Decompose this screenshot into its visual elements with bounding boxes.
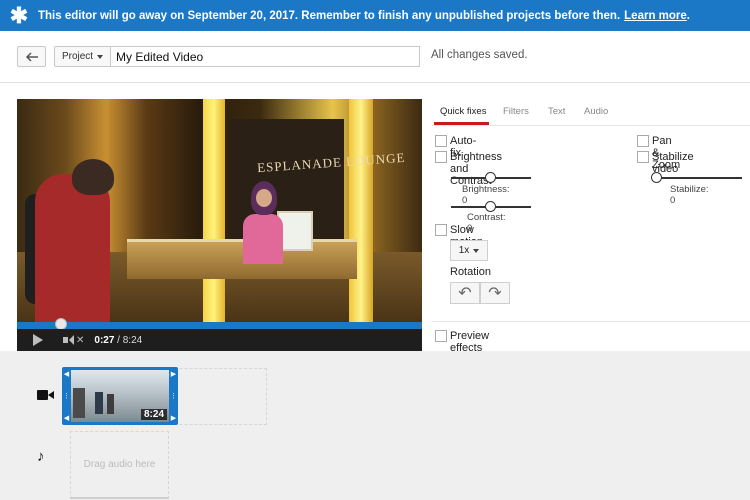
auto-fix-checkbox[interactable] [435,135,447,147]
clip-trim-handle-left[interactable]: ◀ ⋮ ◀ [62,367,71,425]
timeline: ◀ ⋮ ◀ 8:24 ▶ ⋮ ▶ ♪ Drag audio here [0,351,750,500]
back-arrow-icon [25,51,38,62]
stabilize-slider-track[interactable] [654,177,742,179]
project-menu-button[interactable]: Project [54,46,111,67]
current-time: 0:27 [94,334,115,346]
rotate-right-icon: ↷ [488,285,502,302]
banner-message: This editor will go away on September 20… [38,9,621,22]
progress-fill [17,322,422,329]
tab-text[interactable]: Text [548,106,565,117]
video-frame: ESPLANADE LOUNGE [17,99,422,322]
tab-audio[interactable]: Audio [584,106,608,117]
project-menu-label: Project [61,51,94,62]
music-note-icon: ♪ [37,448,45,465]
clip-duration: 8:24 [140,409,167,420]
play-icon[interactable] [33,334,43,346]
total-duration: 8:24 [122,334,143,346]
stabilize-slider-knob[interactable] [651,172,662,183]
rotate-left-button[interactable]: ↶ [450,282,480,304]
slow-motion-speed-dropdown[interactable]: 1x [450,240,488,261]
mute-button[interactable]: ✕ [63,335,84,346]
video-clip[interactable]: ◀ ⋮ ◀ 8:24 ▶ ⋮ ▶ [62,367,178,425]
learn-more-link[interactable]: Learn more [624,10,687,22]
audio-track-dropzone[interactable]: Drag audio here [70,431,169,499]
rotation-label: Rotation [450,266,491,278]
preview-side-by-side-checkbox[interactable] [435,330,447,342]
stabilize-value: Stabilize: 0 [670,184,709,206]
chevron-down-icon [473,248,480,253]
tab-filters[interactable]: Filters [503,106,529,117]
clip-trim-handle-right[interactable]: ▶ ⋮ ▶ [169,367,178,425]
clip-thumbnail: 8:24 [71,370,169,422]
brightness-contrast-checkbox[interactable] [435,151,447,163]
speed-value: 1x [458,245,470,256]
time-display: 0:27 / 8:24 [94,334,143,346]
slow-motion-checkbox[interactable] [435,224,447,236]
active-tab-indicator [434,122,489,125]
rotate-left-icon: ↶ [458,285,472,302]
deprecation-banner: ✱ This editor will go away on September … [0,0,750,31]
save-status: All changes saved. [431,49,528,61]
speaker-icon [63,337,68,343]
editor-toolbar: Project All changes saved. [0,31,750,83]
options-divider [432,321,750,322]
brightness-slider-knob[interactable] [485,172,496,183]
tab-quick-fixes[interactable]: Quick fixes [440,106,486,117]
player-controls: ✕ 0:27 / 8:24 [17,329,422,351]
contrast-slider-knob[interactable] [485,201,496,212]
rotate-right-button[interactable]: ↷ [480,282,510,304]
star-icon: ✱ [9,3,29,28]
audio-placeholder: Drag audio here [83,459,156,470]
stabilize-video-checkbox[interactable] [637,151,649,163]
video-progress-bar[interactable] [17,322,422,329]
project-title-input[interactable] [110,46,420,67]
video-preview[interactable]: ESPLANADE LOUNGE ✕ 0:27 / 8:24 [17,99,422,351]
pan-zoom-checkbox[interactable] [637,135,649,147]
banner-period: . [686,9,690,22]
chevron-down-icon [97,54,104,59]
back-button[interactable] [17,46,46,67]
